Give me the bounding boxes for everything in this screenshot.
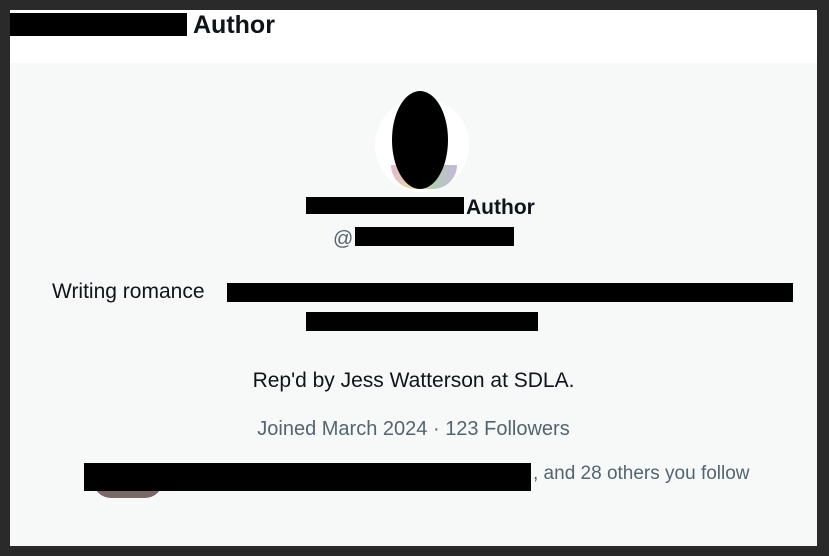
- profile-card: Author Author @ Writing romance Rep'd by…: [10, 10, 817, 546]
- redacted-bio-line-1: [227, 283, 793, 302]
- redacted-display-name: [306, 197, 464, 214]
- handle-prefix: @: [333, 228, 354, 250]
- bio-text: Writing romance: [52, 280, 205, 303]
- redacted-handle: [355, 227, 514, 246]
- followers-link[interactable]: 123 Followers: [445, 418, 570, 440]
- header-title: Author: [193, 11, 275, 39]
- profile-meta: Joined March 2024 · 123 Followers: [10, 418, 817, 441]
- redacted-bio-line-2: [306, 312, 538, 331]
- representation-text: Rep'd by Jess Watterson at SDLA.: [252, 369, 575, 392]
- display-name: Author: [466, 196, 535, 219]
- followers-you-know-link[interactable]: , and 28 others you follow: [533, 463, 750, 485]
- joined-date: Joined March 2024: [257, 418, 428, 440]
- header-bar: Author: [10, 10, 817, 63]
- redacted-name: [10, 13, 187, 36]
- meta-separator: ·: [432, 418, 440, 440]
- redacted-followers-you-know: [84, 463, 531, 491]
- avatar-redaction: [392, 91, 448, 189]
